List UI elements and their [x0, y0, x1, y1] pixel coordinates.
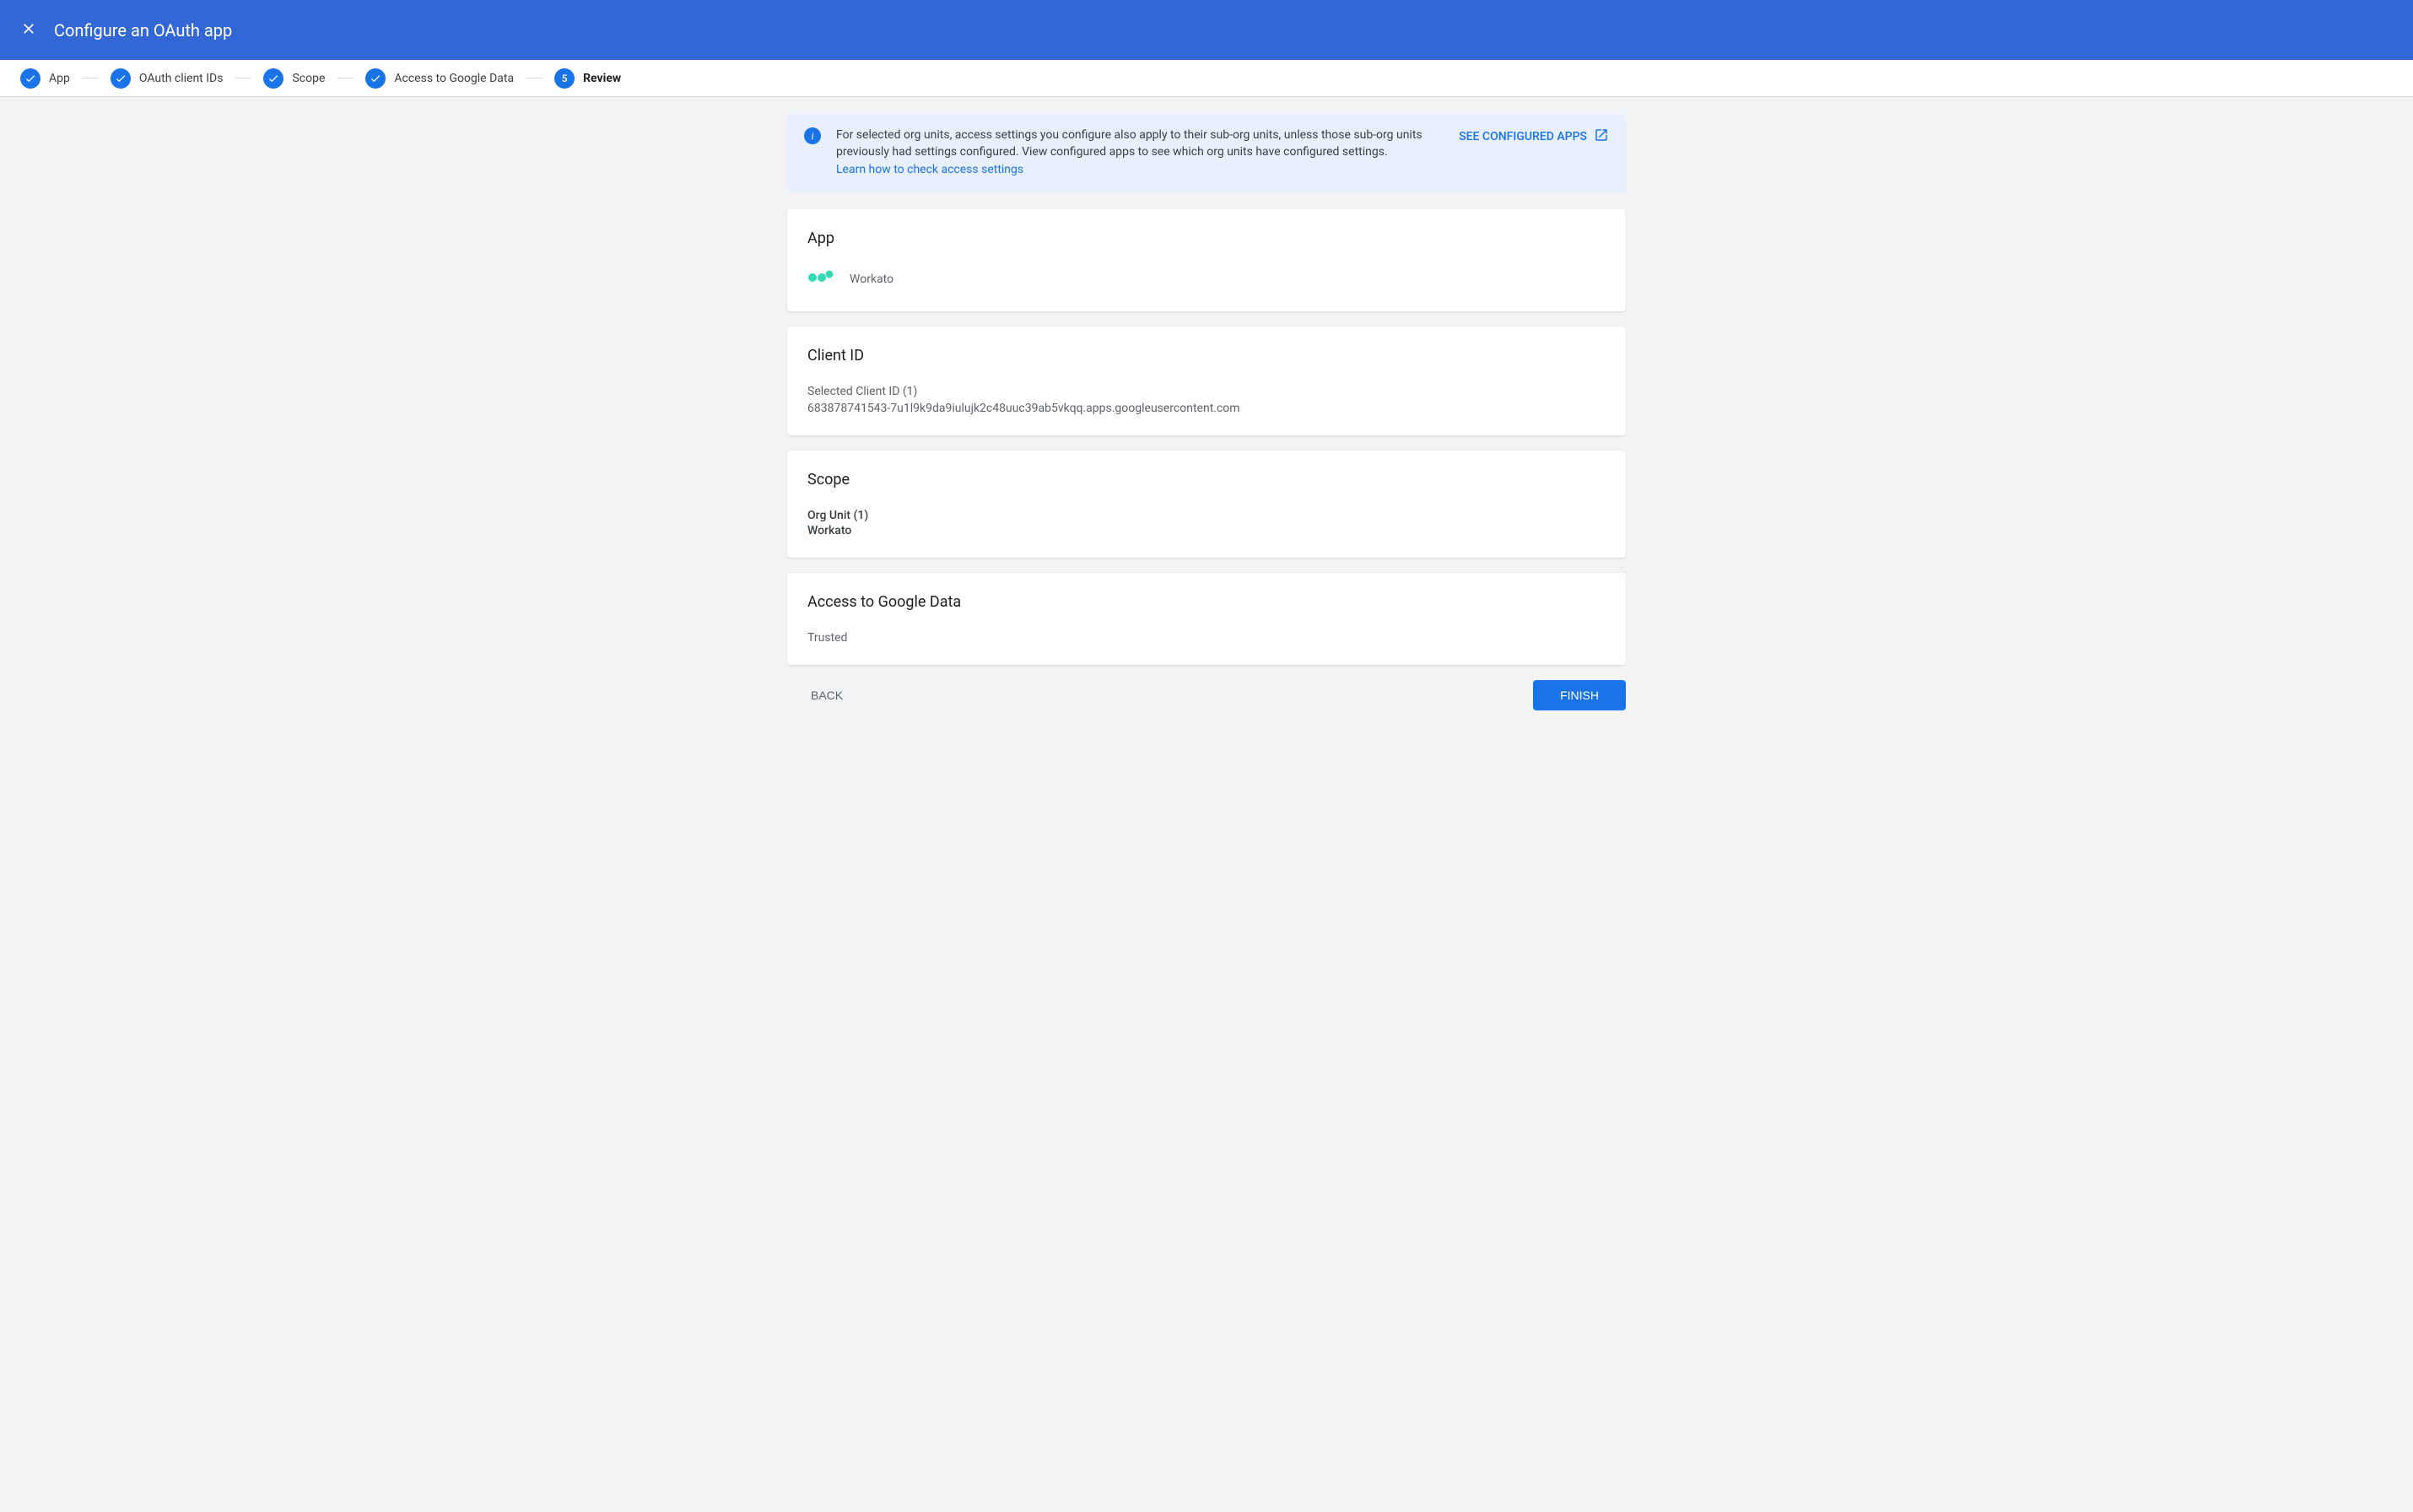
workato-logo-icon: [807, 267, 838, 291]
learn-link[interactable]: Learn how to check access settings: [836, 162, 1442, 179]
step-label: Review: [583, 72, 621, 85]
check-icon: [365, 68, 386, 89]
app-name: Workato: [850, 273, 893, 286]
card-scope: Scope Org Unit (1) Workato: [787, 451, 1626, 558]
card-title: Access to Google Data: [807, 593, 1606, 611]
check-icon: [111, 68, 131, 89]
app-row: Workato: [807, 267, 1606, 291]
step-label: OAuth client IDs: [139, 72, 224, 85]
step-review[interactable]: 5 Review: [554, 68, 621, 89]
step-number: 5: [554, 68, 575, 89]
info-text: For selected org units, access settings …: [836, 128, 1422, 159]
org-unit-value: Workato: [807, 524, 1606, 537]
check-icon: [20, 68, 40, 89]
client-id-value: 683878741543-7u1l9k9da9iulujk2c48uuc39ab…: [807, 402, 1606, 415]
content-wrapper: i For selected org units, access setting…: [787, 97, 1626, 744]
external-link-icon: [1594, 127, 1609, 146]
finish-button[interactable]: FINISH: [1533, 680, 1626, 710]
org-unit-label: Org Unit (1): [807, 509, 1606, 522]
footer-actions: BACK FINISH: [787, 680, 1626, 727]
info-icon: i: [804, 127, 821, 144]
step-access-google-data[interactable]: Access to Google Data: [365, 68, 514, 89]
card-title: App: [807, 230, 1606, 247]
access-value: Trusted: [807, 631, 1606, 645]
card-app: App Workato: [787, 209, 1626, 311]
card-client-id: Client ID Selected Client ID (1) 6838787…: [787, 327, 1626, 435]
card-title: Scope: [807, 471, 1606, 489]
card-title: Client ID: [807, 347, 1606, 364]
header-bar: Configure an OAuth app: [0, 0, 2413, 60]
card-access: Access to Google Data Trusted: [787, 573, 1626, 665]
client-id-label: Selected Client ID (1): [807, 385, 1606, 398]
back-button[interactable]: BACK: [804, 680, 850, 710]
step-label: Scope: [292, 72, 325, 85]
check-icon: [263, 68, 283, 89]
stepper: App OAuth client IDs Scope Access to Goo…: [0, 60, 2413, 97]
step-oauth-client-ids[interactable]: OAuth client IDs: [111, 68, 224, 89]
step-scope[interactable]: Scope: [263, 68, 325, 89]
step-label: App: [49, 72, 70, 85]
step-app[interactable]: App: [20, 68, 70, 89]
see-configured-apps-link[interactable]: SEE CONFIGURED APPS: [1459, 127, 1609, 146]
info-banner: i For selected org units, access setting…: [787, 114, 1626, 192]
step-label: Access to Google Data: [394, 72, 514, 85]
info-text-container: For selected org units, access settings …: [836, 127, 1442, 179]
page-title: Configure an OAuth app: [54, 20, 232, 40]
close-icon[interactable]: [20, 20, 37, 40]
see-apps-label: SEE CONFIGURED APPS: [1459, 130, 1587, 143]
